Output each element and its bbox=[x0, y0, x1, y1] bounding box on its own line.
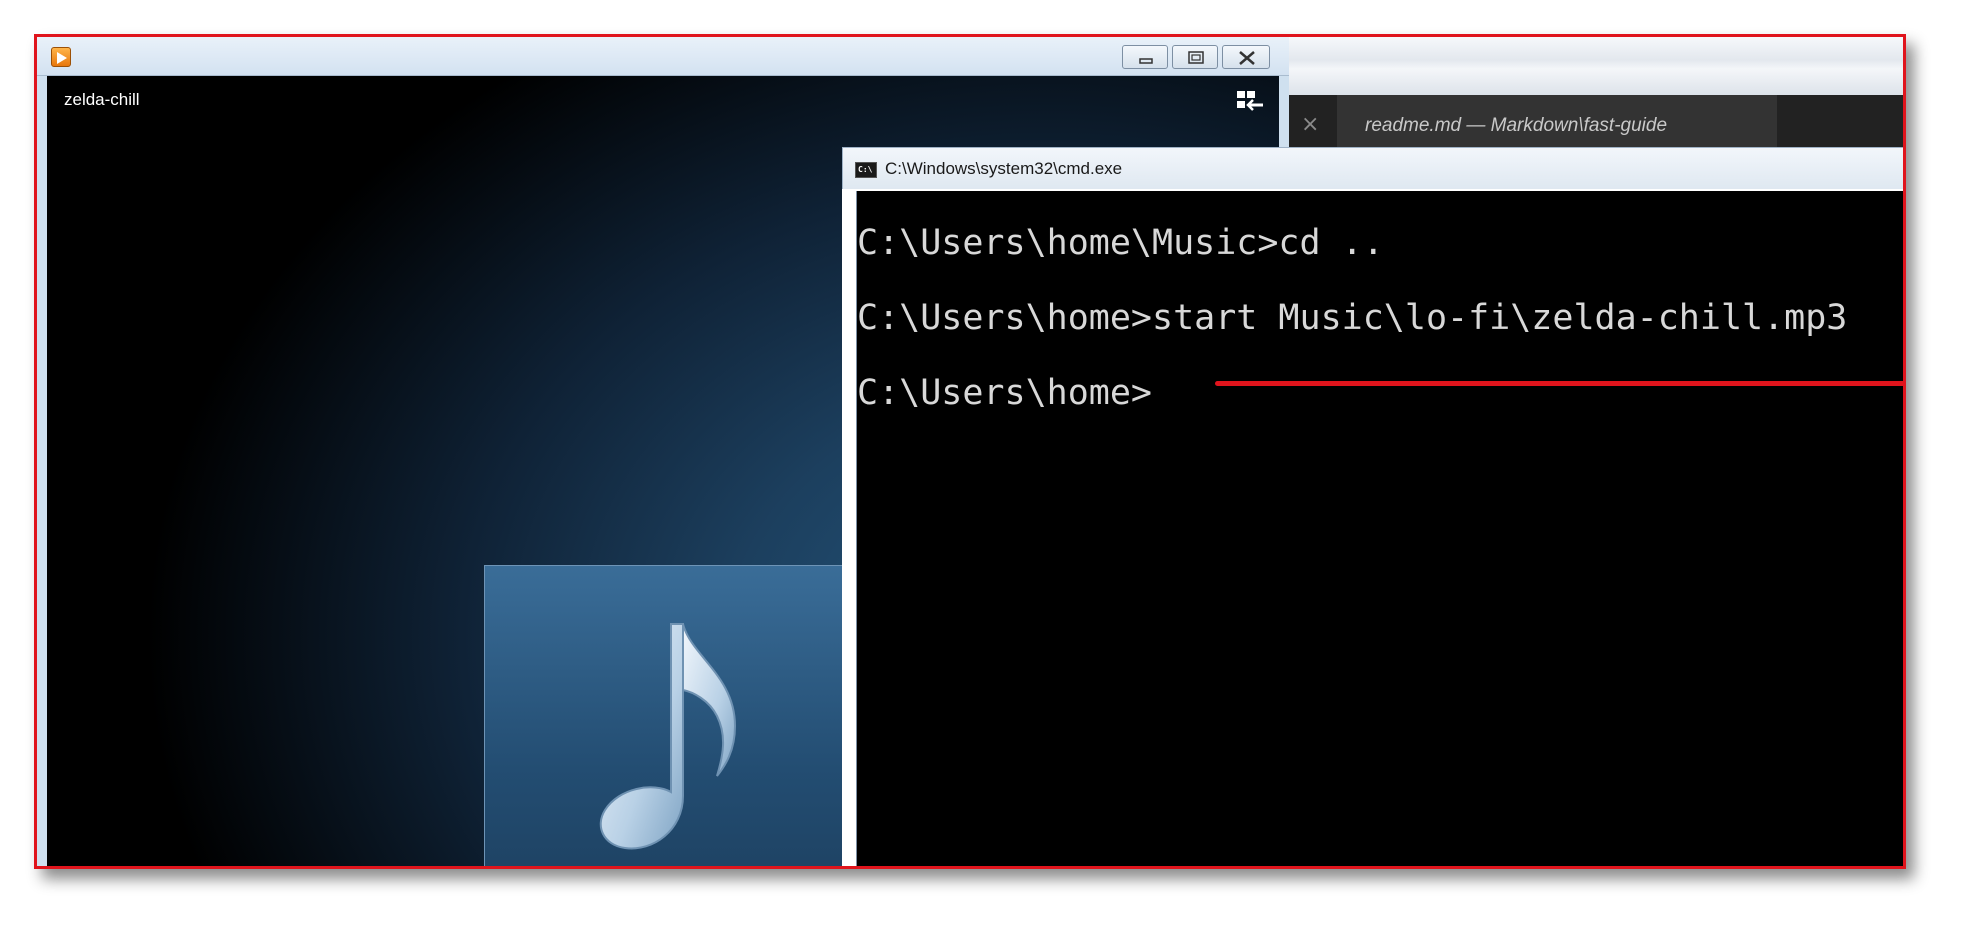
cmd-window: C:\ C:\Windows\system32\cmd.exe C:\Users… bbox=[842, 147, 1903, 866]
screenshot-frame: zelda-chill × readme.md — Markdown\fast-… bbox=[34, 34, 1906, 869]
album-art bbox=[484, 565, 864, 866]
cmd-window-title: C:\Windows\system32\cmd.exe bbox=[885, 159, 1123, 178]
music-note-icon bbox=[599, 623, 737, 850]
tab-readme[interactable]: readme.md — Markdown\fast-guide bbox=[1337, 95, 1777, 155]
highlight-underline bbox=[1215, 381, 1903, 386]
editor-titlebar[interactable] bbox=[1289, 37, 1903, 96]
console-line: C:\Users\home\Music>cd .. bbox=[857, 223, 1384, 263]
cmd-titlebar[interactable]: C:\ C:\Windows\system32\cmd.exe bbox=[842, 147, 1903, 189]
console-prompt-line[interactable]: C:\Users\home> bbox=[857, 373, 1152, 413]
close-button[interactable] bbox=[1222, 45, 1270, 69]
tab-label: readme.md — Markdown\fast-guide bbox=[1365, 115, 1668, 136]
track-title: zelda-chill bbox=[64, 90, 140, 109]
minimize-button[interactable] bbox=[1122, 45, 1168, 69]
console-line: C:\Users\home>start Music\lo-fi\zelda-ch… bbox=[857, 298, 1848, 338]
media-player-icon bbox=[51, 47, 71, 67]
switch-to-library-icon[interactable] bbox=[1235, 90, 1265, 118]
media-player-titlebar[interactable] bbox=[37, 37, 1289, 76]
editor-tabbar: × readme.md — Markdown\fast-guide bbox=[1289, 95, 1903, 155]
cmd-icon-text: C:\ bbox=[858, 165, 873, 174]
cmd-app-icon: C:\ bbox=[855, 162, 877, 178]
tab-close-icon[interactable]: × bbox=[1301, 114, 1319, 136]
console-output[interactable]: C:\Users\home\Music>cd .. C:\Users\home>… bbox=[856, 191, 1903, 866]
maximize-button[interactable] bbox=[1172, 45, 1218, 69]
